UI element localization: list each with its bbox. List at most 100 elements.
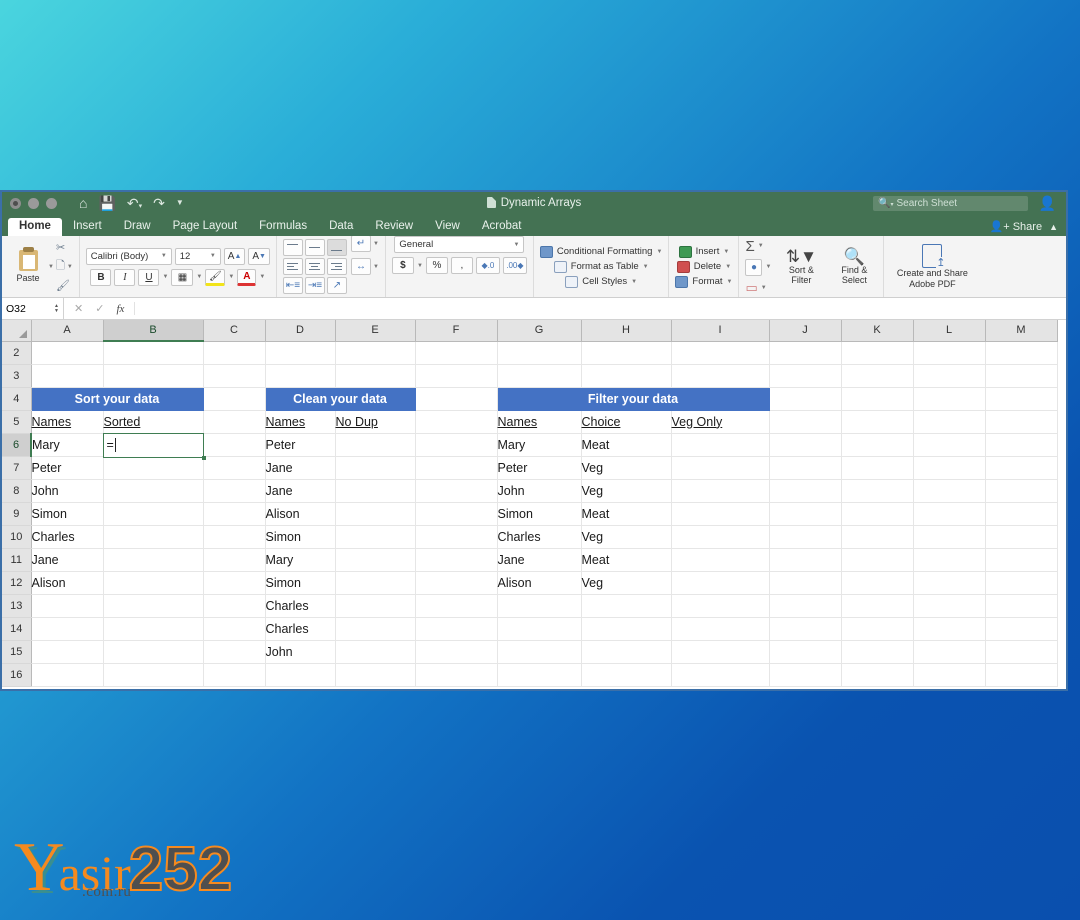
cell-f16[interactable] [415, 663, 498, 687]
cell-j13[interactable] [769, 594, 842, 618]
cell-e12[interactable] [335, 571, 416, 595]
cell-b5[interactable]: Sorted [103, 410, 204, 434]
column-header-f[interactable]: F [415, 320, 498, 342]
column-header-h[interactable]: H [581, 320, 672, 342]
cell-b16[interactable] [103, 663, 204, 687]
cell-j2[interactable] [769, 341, 842, 365]
cell-h2[interactable] [581, 341, 672, 365]
fill-handle[interactable] [201, 455, 206, 460]
column-header-d[interactable]: D [265, 320, 336, 342]
row-header-12[interactable]: 12 [2, 571, 32, 595]
cell-f6[interactable] [415, 433, 498, 457]
cell-f8[interactable] [415, 479, 498, 503]
cell-d3[interactable] [265, 364, 336, 388]
cell-c9[interactable] [203, 502, 266, 526]
search-sheet-input[interactable]: 🔍▾ Search Sheet [873, 196, 1028, 211]
cell-h8[interactable]: Veg [581, 479, 672, 503]
cell-i10[interactable] [671, 525, 770, 549]
cell-l9[interactable] [913, 502, 986, 526]
cell-l4[interactable] [913, 387, 986, 411]
cell-a12[interactable]: Alison [31, 571, 104, 595]
cell-m6[interactable] [985, 433, 1058, 457]
cell-c3[interactable] [203, 364, 266, 388]
share-button[interactable]: 👤+ Share [990, 220, 1043, 233]
cell-k14[interactable] [841, 617, 914, 641]
row-header-7[interactable]: 7 [2, 456, 32, 480]
cell-l3[interactable] [913, 364, 986, 388]
cell-a9[interactable]: Simon [31, 502, 104, 526]
cell-f13[interactable] [415, 594, 498, 618]
align-center-icon[interactable] [304, 258, 325, 275]
cell-l15[interactable] [913, 640, 986, 664]
tab-page-layout[interactable]: Page Layout [162, 218, 249, 237]
cell-e2[interactable] [335, 341, 416, 365]
cell-a11[interactable]: Jane [31, 548, 104, 572]
cell-c8[interactable] [203, 479, 266, 503]
cell-m11[interactable] [985, 548, 1058, 572]
cell-c2[interactable] [203, 341, 266, 365]
cell-e13[interactable] [335, 594, 416, 618]
row-header-15[interactable]: 15 [2, 640, 32, 664]
paste-dropdown-icon[interactable]: ▼ [48, 264, 54, 270]
align-left-icon[interactable] [282, 258, 303, 275]
cell-m2[interactable] [985, 341, 1058, 365]
tab-draw[interactable]: Draw [113, 218, 162, 237]
customize-toolbar-icon[interactable]: ▼ [176, 199, 184, 207]
copy-button[interactable]: 🗋 ▼ [56, 257, 73, 276]
cell-e5[interactable]: No Dup [335, 410, 416, 434]
cell-k3[interactable] [841, 364, 914, 388]
cell-h3[interactable] [581, 364, 672, 388]
cell-b9[interactable] [103, 502, 204, 526]
cell-j15[interactable] [769, 640, 842, 664]
active-cell-editor[interactable]: = [102, 432, 204, 458]
cell-c12[interactable] [203, 571, 266, 595]
wrap-text-icon[interactable]: ↵ ▼ [350, 235, 379, 252]
cell-k8[interactable] [841, 479, 914, 503]
name-box-spinner-icon[interactable]: ▲ ▼ [54, 303, 59, 314]
cell-b8[interactable] [103, 479, 204, 503]
borders-icon[interactable]: ▦ [171, 268, 194, 286]
column-header-c[interactable]: C [203, 320, 266, 342]
spreadsheet-grid[interactable]: A B C D E F G H I J K L M 2 3 4 Sort you… [2, 320, 1066, 689]
cell-h10[interactable]: Veg [581, 525, 672, 549]
cell-h11[interactable]: Meat [581, 548, 672, 572]
cell-a3[interactable] [31, 364, 104, 388]
cell-l5[interactable] [913, 410, 986, 434]
align-top-icon[interactable] [282, 239, 303, 256]
save-icon[interactable]: 💾 [98, 196, 115, 210]
format-as-table-button[interactable]: Format as Table ▼ [553, 260, 649, 273]
ribbon-tab-bar[interactable]: Home Insert Draw Page Layout Formulas Da… [2, 214, 1066, 236]
cell-m16[interactable] [985, 663, 1058, 687]
maximize-button[interactable] [46, 197, 57, 209]
cell-a15[interactable] [31, 640, 104, 664]
cell-h7[interactable]: Veg [581, 456, 672, 480]
cell-b11[interactable] [103, 548, 204, 572]
cell-l6[interactable] [913, 433, 986, 457]
italic-button[interactable]: I [114, 268, 136, 286]
cell-d12[interactable]: Simon [265, 571, 336, 595]
cell-h9[interactable]: Meat [581, 502, 672, 526]
cell-k10[interactable] [841, 525, 914, 549]
row-header-4[interactable]: 4 [2, 387, 32, 411]
cell-c11[interactable] [203, 548, 266, 572]
increase-indent-icon[interactable]: ⇥≡ [304, 277, 325, 294]
cell-a10[interactable]: Charles [31, 525, 104, 549]
cell-f15[interactable] [415, 640, 498, 664]
redo-icon[interactable]: ↷ [153, 196, 165, 210]
cell-f14[interactable] [415, 617, 498, 641]
cell-a8[interactable]: John [31, 479, 104, 503]
font-color-dropdown-icon[interactable]: ▼ [259, 274, 265, 280]
cell-d15[interactable]: John [265, 640, 336, 664]
conditional-formatting-button[interactable]: Conditional Formatting ▼ [539, 245, 662, 258]
cell-g5[interactable]: Names [497, 410, 582, 434]
cell-j16[interactable] [769, 663, 842, 687]
cell-f9[interactable] [415, 502, 498, 526]
cell-k4[interactable] [841, 387, 914, 411]
decrease-indent-icon[interactable]: ⇤≡ [282, 277, 303, 294]
cell-j11[interactable] [769, 548, 842, 572]
cell-l7[interactable] [913, 456, 986, 480]
comma-button[interactable]: , [450, 257, 473, 274]
delete-cells-button[interactable]: Delete ▼ [676, 260, 731, 273]
font-size-select[interactable]: 12 ▼ [174, 247, 221, 265]
cell-a6[interactable]: Mary [31, 433, 104, 457]
